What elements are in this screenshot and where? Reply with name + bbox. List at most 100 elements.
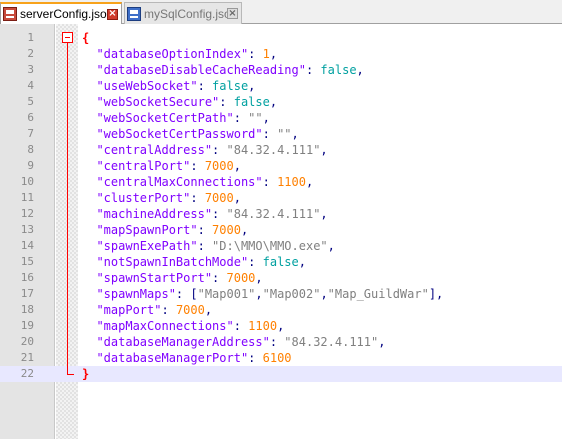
code-token: : — [262, 127, 278, 141]
code-token: 7000 — [226, 271, 256, 285]
tab-mysqlconfig[interactable]: mySqlConfig.json × — [124, 2, 242, 24]
code-token: 1100 — [248, 319, 278, 333]
code-token: : — [197, 79, 213, 93]
line-number: 4 — [27, 79, 34, 92]
code-token: , — [233, 191, 241, 205]
code-token: "84.32.4.111" — [226, 207, 321, 221]
fold-collapse-icon[interactable] — [62, 32, 73, 43]
code-token: "notSpawnInBatchMode" — [82, 255, 249, 269]
code-line[interactable]: 9 "centralPort": 7000, — [0, 158, 562, 174]
code-text: "spawnMaps": ["Map001","Map002","Map_Gui… — [82, 286, 443, 302]
code-token: "webSocketCertPassword" — [82, 127, 263, 141]
code-text: "centralAddress": "84.32.4.111", — [82, 142, 328, 158]
code-line[interactable]: 17 "spawnMaps": ["Map001","Map002","Map_… — [0, 286, 562, 302]
code-text: "mapPort": 7000, — [82, 302, 212, 318]
code-token: false — [262, 255, 299, 269]
line-number: 6 — [27, 111, 34, 124]
code-token: , — [248, 79, 256, 93]
line-number: 15 — [20, 255, 34, 268]
code-line[interactable]: 14 "spawnExePath": "D:\MMO\MMO.exe", — [0, 238, 562, 254]
code-line[interactable]: 1{ — [0, 30, 562, 46]
code-token: "mapSpawnPort" — [82, 223, 198, 237]
code-line[interactable]: 11 "clusterPort": 7000, — [0, 190, 562, 206]
save-disk-icon — [127, 6, 141, 21]
code-token: , — [291, 127, 299, 141]
code-line[interactable]: 2 "databaseOptionIndex": 1, — [0, 46, 562, 62]
code-token: : — [197, 239, 213, 253]
code-token: , — [269, 47, 278, 61]
close-icon[interactable]: × — [107, 8, 118, 20]
code-token: ], — [428, 287, 444, 301]
code-text: "databaseOptionIndex": 1, — [82, 46, 277, 62]
code-text: "webSocketCertPath": "", — [82, 110, 270, 126]
code-token: , — [378, 335, 386, 349]
line-number: 18 — [20, 303, 34, 316]
line-number: 5 — [27, 95, 34, 108]
code-token: : — [190, 159, 205, 173]
code-token: , — [262, 111, 270, 125]
code-line[interactable]: 12 "machineAddress": "84.32.4.111", — [0, 206, 562, 222]
code-line[interactable]: 7 "webSocketCertPassword": "", — [0, 126, 562, 142]
code-token: "Map002" — [262, 287, 321, 301]
code-token: "clusterPort" — [82, 191, 191, 205]
code-line[interactable]: 20 "databaseManagerAddress": "84.32.4.11… — [0, 334, 562, 350]
code-text: "databaseDisableCacheReading": false, — [82, 62, 363, 78]
code-token: : — [212, 143, 227, 157]
tab-serverconfig[interactable]: serverConfig.json × — [0, 2, 122, 24]
code-token: "" — [277, 127, 292, 141]
code-line[interactable]: 6 "webSocketCertPath": "", — [0, 110, 562, 126]
code-token: "databaseManagerAddress" — [82, 335, 270, 349]
code-line[interactable]: 3 "databaseDisableCacheReading": false, — [0, 62, 562, 78]
code-line[interactable]: 22} — [0, 366, 562, 382]
code-line[interactable]: 10 "centralMaxConnections": 1100, — [0, 174, 562, 190]
code-token: , — [240, 223, 249, 237]
line-number: 19 — [20, 319, 34, 332]
code-text: "mapSpawnPort": 7000, — [82, 222, 248, 238]
code-token: 1100 — [277, 175, 306, 189]
save-disk-icon — [3, 7, 17, 21]
code-token: 7000 — [212, 223, 241, 237]
code-text: "spawnExePath": "D:\MMO\MMO.exe", — [82, 238, 335, 254]
tab-bar: serverConfig.json × mySqlConfig.json × — [0, 0, 562, 24]
code-token: 6100 — [262, 351, 292, 365]
code-token: , — [327, 239, 335, 253]
code-token: , — [320, 287, 328, 301]
code-token: "Map_GuildWar" — [327, 287, 429, 301]
code-token: false — [233, 95, 270, 109]
line-number: 22 — [20, 367, 34, 380]
code-line[interactable]: 21 "databaseManagerPort": 6100 — [0, 350, 562, 366]
code-text: "databaseManagerPort": 6100 — [82, 350, 292, 366]
code-token: 1 — [262, 47, 270, 61]
code-text: "notSpawnInBatchMode": false, — [82, 254, 306, 270]
code-token: , — [255, 287, 263, 301]
code-line[interactable]: 8 "centralAddress": "84.32.4.111", — [0, 142, 562, 158]
line-number: 10 — [20, 175, 34, 188]
code-line[interactable]: 16 "spawnStartPort": 7000, — [0, 270, 562, 286]
code-line[interactable]: 5 "webSocketSecure": false, — [0, 94, 562, 110]
code-token: : — [262, 175, 278, 189]
code-token: : — [197, 223, 213, 237]
close-icon[interactable]: × — [227, 8, 238, 19]
code-text: "useWebSocket": false, — [82, 78, 255, 94]
code-token: "" — [248, 111, 263, 125]
code-token: , — [320, 143, 328, 157]
code-line[interactable]: 18 "mapPort": 7000, — [0, 302, 562, 318]
code-token: , — [204, 303, 213, 317]
code-editor[interactable]: 1{2 "databaseOptionIndex": 1, 3 "database… — [0, 24, 562, 439]
code-token: : — [219, 95, 234, 109]
code-text: "machineAddress": "84.32.4.111", — [82, 206, 327, 222]
code-token: , — [277, 319, 285, 333]
code-text: "clusterPort": 7000, — [82, 190, 241, 206]
code-token: "mapPort" — [82, 303, 162, 317]
code-line[interactable]: 13 "mapSpawnPort": 7000, — [0, 222, 562, 238]
code-line[interactable]: 4 "useWebSocket": false, — [0, 78, 562, 94]
code-text: "databaseManagerAddress": "84.32.4.111", — [82, 334, 385, 350]
code-line[interactable]: 15 "notSpawnInBatchMode": false, — [0, 254, 562, 270]
code-token: 7000 — [204, 159, 234, 173]
code-token: false — [212, 79, 249, 93]
code-token: "mapMaxConnections" — [82, 319, 234, 333]
code-token: : — [212, 271, 227, 285]
code-token: , — [233, 159, 241, 173]
code-token: "spawnMaps" — [82, 287, 176, 301]
code-line[interactable]: 19 "mapMaxConnections": 1100, — [0, 318, 562, 334]
